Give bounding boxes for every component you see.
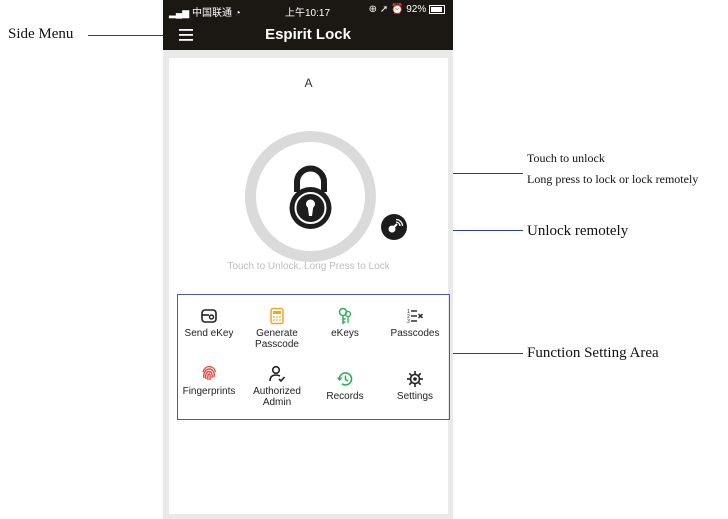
authorized-admin-button[interactable]: Authorized Admin <box>243 365 311 408</box>
header-bar: Espirit Lock <box>163 20 453 50</box>
keys-icon <box>338 307 352 324</box>
remote-unlock-button[interactable] <box>381 214 407 240</box>
lock-name: A <box>304 76 313 90</box>
function-setting-area: Send eKey Generate Passcode eKeys 1 2 3 … <box>177 294 450 420</box>
status-icons: ⊕ ➚ ⏰ <box>368 4 404 15</box>
authorized-admin-label: Authorized Admin <box>253 386 301 408</box>
status-right: ⊕ ➚ ⏰ 92% <box>369 4 445 15</box>
settings-label: Settings <box>396 391 434 402</box>
battery-icon <box>429 4 445 14</box>
records-button[interactable]: Records <box>311 370 379 402</box>
passcodes-label: Passcodes <box>390 328 440 339</box>
annotation-touch-unlock: Touch to unlock <box>527 151 605 165</box>
page-title: Espirit Lock <box>265 26 351 43</box>
lock-hint: Touch to Unlock, Long Press to Lock <box>227 261 390 272</box>
unlock-button[interactable] <box>245 131 376 262</box>
battery-percent: 92% <box>406 4 427 15</box>
fingerprints-label: Fingerprints <box>182 386 236 397</box>
annotation-function-area: Function Setting Area <box>527 345 659 361</box>
settings-button[interactable]: Settings <box>381 370 449 402</box>
unlock-button-inner <box>256 142 365 251</box>
signal-icon: ▂▄▆ <box>169 8 190 18</box>
svg-text:3: 3 <box>407 319 410 325</box>
status-carrier: ▂▄▆ 中国联通 ◔ <box>169 4 241 19</box>
status-bar: ▂▄▆ 中国联通 ◔ 上午10:17 ⊕ ➚ ⏰ 92% <box>163 0 453 20</box>
annotation-line-function <box>444 353 523 354</box>
send-ekey-label: Send eKey <box>184 328 234 339</box>
user-check-icon <box>269 365 286 383</box>
remote-key-icon <box>388 218 404 233</box>
passcodes-button[interactable]: 1 2 3 Passcodes <box>381 307 449 339</box>
records-label: Records <box>326 391 364 402</box>
generate-passcode-button[interactable]: Generate Passcode <box>243 307 311 350</box>
phone-screen: ▂▄▆ 中国联通 ◔ 上午10:17 ⊕ ➚ ⏰ 92% Espirit Loc… <box>163 0 453 519</box>
annotation-unlock-remotely: Unlock remotely <box>527 223 629 239</box>
gear-icon <box>407 371 423 387</box>
carrier-label: 中国联通 <box>192 8 233 19</box>
lock-card: A Touch to Unlock, Long Press to Lock Se… <box>169 58 450 514</box>
fingerprint-icon <box>202 365 217 381</box>
annotation-side-menu: Side Menu <box>8 26 74 42</box>
status-time: 上午10:17 <box>285 8 331 19</box>
calculator-icon <box>270 307 284 325</box>
list-icon: 1 2 3 <box>407 309 423 325</box>
send-ekey-icon <box>201 309 217 323</box>
ekeys-label: eKeys <box>331 328 359 339</box>
annotation-long-press: Long press to lock or lock remotely <box>527 172 699 186</box>
generate-passcode-label: Generate Passcode <box>255 328 299 350</box>
wifi-icon: ◔ <box>234 8 241 19</box>
history-icon <box>336 372 353 386</box>
send-ekey-button[interactable]: Send eKey <box>175 307 243 339</box>
annotation-line-side-menu <box>88 35 170 36</box>
fingerprints-button[interactable]: Fingerprints <box>175 365 243 397</box>
ekeys-button[interactable]: eKeys <box>311 307 379 339</box>
padlock-icon <box>289 165 332 229</box>
